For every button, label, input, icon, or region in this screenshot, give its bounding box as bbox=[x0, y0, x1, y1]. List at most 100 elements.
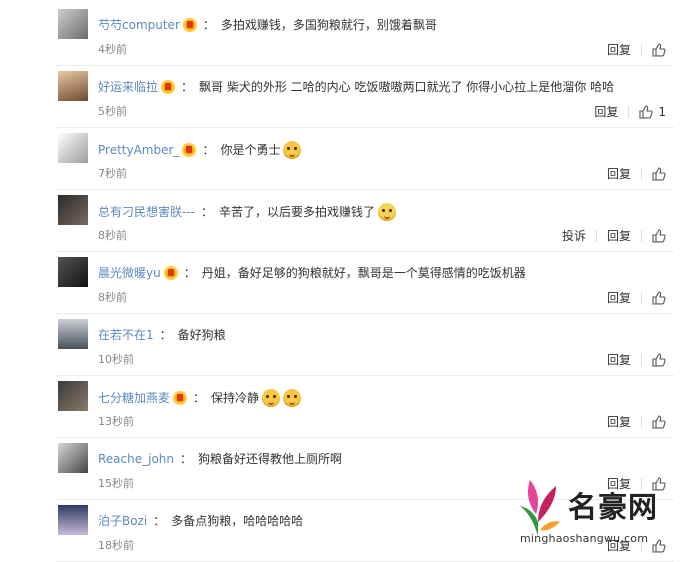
comment-body: 总有刁民想害朕--- ： 辛苦了，以后要多拍戏赚钱了 bbox=[98, 203, 397, 221]
comment-actions: 回复 bbox=[597, 289, 666, 306]
like-count: 1 bbox=[658, 104, 666, 119]
comment-actions: 回复 bbox=[597, 413, 666, 430]
comment-text: 多拍戏赚钱，多国狗粮就行，别饿着飘哥 bbox=[220, 18, 437, 32]
comment-item: 晨光微暖yu ： 丹姐，备好足够的狗粮就好，飘哥是一个莫得感情的吃饭机器 8秒前 回复 bbox=[0, 252, 690, 314]
comment-body: 在若不在1 ： 备好狗粮 bbox=[98, 327, 226, 343]
username-link[interactable]: 总有刁民想害朕--- bbox=[98, 204, 195, 220]
comment-actions: 回复 bbox=[597, 41, 666, 58]
vip-badge-icon bbox=[182, 18, 197, 32]
username-link[interactable]: 七分糖加燕麦 bbox=[98, 390, 170, 406]
comment-text: 辛苦了，以后要多拍戏赚钱了 bbox=[219, 205, 376, 219]
timestamp: 15秒前 bbox=[98, 477, 134, 490]
reply-button[interactable]: 回复 bbox=[607, 289, 631, 306]
comment-body: 七分糖加燕麦 ： 保持冷静 bbox=[98, 389, 302, 407]
avatar[interactable] bbox=[58, 9, 88, 39]
avatar[interactable] bbox=[58, 319, 88, 349]
username-link[interactable]: PrettyAmber_ bbox=[98, 142, 179, 158]
comment-text: 多备点狗粮，哈哈哈哈哈 bbox=[171, 514, 304, 528]
timestamp: 4秒前 bbox=[98, 43, 127, 56]
timestamp: 8秒前 bbox=[98, 229, 127, 242]
avatar[interactable] bbox=[58, 133, 88, 163]
comment-actions: 回复 bbox=[597, 351, 666, 368]
doge-emoji-icon bbox=[262, 389, 281, 407]
comment-text: 保持冷静 bbox=[211, 391, 260, 405]
comment-feed: 芍芍computer：多拍戏赚钱，多国狗粮就行，别饿着飘哥 4秒前 回复 好运来临拉：… bbox=[0, 0, 690, 562]
separator-colon: ： bbox=[202, 143, 215, 157]
comment-item: 在若不在1 ： 备好狗粮 10秒前 回复 bbox=[0, 314, 690, 376]
reply-button[interactable]: 回复 bbox=[607, 41, 631, 58]
separator-colon: ： bbox=[153, 514, 166, 528]
timestamp: 18秒前 bbox=[98, 539, 134, 552]
action-divider bbox=[641, 291, 642, 304]
like-button[interactable] bbox=[652, 352, 666, 367]
username-link[interactable]: Reache_john bbox=[98, 451, 174, 467]
doge-emoji-icon bbox=[283, 389, 302, 407]
action-divider bbox=[641, 229, 642, 242]
vip-badge-icon bbox=[161, 80, 176, 94]
comment-item: 总有刁民想害朕--- ： 辛苦了，以后要多拍戏赚钱了 8秒前 投诉 回复 bbox=[0, 190, 690, 252]
thumbs-up-icon bbox=[652, 290, 666, 305]
separator-colon: ： bbox=[201, 205, 214, 219]
timestamp: 10秒前 bbox=[98, 353, 134, 366]
like-button[interactable] bbox=[652, 228, 666, 243]
reply-button[interactable]: 回复 bbox=[594, 103, 618, 120]
comment-item: 芍芍computer ： 多拍戏赚钱，多国狗粮就行，别饿着飘哥 4秒前 回复 bbox=[0, 4, 690, 66]
sweat-emoji-icon bbox=[378, 203, 397, 221]
comment-body: 好运来临拉 ： 飘哥 柴犬的外形 二哈的内心 吃饭嗷嗷两口就光了 你得小心拉上是他溜… bbox=[98, 79, 614, 95]
avatar[interactable] bbox=[58, 71, 88, 101]
comment-text: 狗粮备好还得教他上厕所啊 bbox=[198, 452, 343, 466]
doge-emoji-icon bbox=[283, 141, 302, 159]
avatar[interactable] bbox=[58, 195, 88, 225]
comment-text: 你是个勇士 bbox=[220, 143, 281, 157]
username-link[interactable]: 芍芍computer bbox=[98, 17, 180, 33]
thumbs-up-icon bbox=[652, 166, 666, 181]
timestamp: 13秒前 bbox=[98, 415, 134, 428]
action-divider bbox=[628, 105, 630, 118]
avatar[interactable] bbox=[58, 505, 88, 535]
reply-button[interactable]: 回复 bbox=[607, 165, 631, 182]
separator-colon: ： bbox=[183, 266, 196, 280]
comment-actions: 投诉 回复 bbox=[552, 227, 666, 244]
action-divider bbox=[641, 415, 642, 428]
avatar[interactable] bbox=[58, 381, 88, 411]
comment-text: 丹姐，备好足够的狗粮就好，飘哥是一个莫得感情的吃饭机器 bbox=[201, 266, 526, 280]
reply-button[interactable]: 回复 bbox=[607, 351, 631, 368]
username-link[interactable]: 晨光微暖yu bbox=[98, 265, 161, 281]
username-link[interactable]: 在若不在1 bbox=[98, 327, 154, 343]
reply-button[interactable]: 回复 bbox=[607, 227, 631, 244]
comment-item: 好运来临拉 ： 飘哥 柴犬的外形 二哈的内心 吃饭嗷嗷两口就光了 你得小心拉上是他溜… bbox=[0, 66, 690, 128]
separator-colon: ： bbox=[202, 18, 215, 32]
comment-actions: 回复 bbox=[597, 165, 666, 182]
vip-badge-icon bbox=[182, 143, 197, 157]
username-link[interactable]: 泊子Bozi bbox=[98, 513, 147, 529]
timestamp: 8秒前 bbox=[98, 291, 127, 304]
separator-colon: ： bbox=[193, 391, 206, 405]
comment-item: 七分糖加燕麦 ： 保持冷静 13秒前 回复 bbox=[0, 376, 690, 438]
comment-actions: 回复 1 bbox=[584, 103, 666, 120]
reply-button[interactable]: 回复 bbox=[607, 413, 631, 430]
logo-name: 名豪网 bbox=[568, 490, 659, 524]
logo-mark-icon bbox=[520, 480, 560, 536]
comment-body: Reache_john ： 狗粮备好还得教他上厕所啊 bbox=[98, 451, 342, 467]
thumbs-up-icon bbox=[639, 104, 653, 119]
like-button[interactable] bbox=[652, 290, 666, 305]
avatar[interactable] bbox=[58, 257, 88, 287]
report-button[interactable]: 投诉 bbox=[562, 227, 586, 244]
thumbs-up-icon bbox=[652, 228, 666, 243]
vip-badge-icon bbox=[173, 391, 188, 405]
comment-text: 飘哥 柴犬的外形 二哈的内心 吃饭嗷嗷两口就光了 你得小心拉上是他溜你 哈哈 bbox=[199, 80, 615, 94]
thumbs-up-icon bbox=[652, 42, 666, 57]
like-button[interactable]: 1 bbox=[639, 105, 666, 119]
avatar[interactable] bbox=[58, 443, 88, 473]
comment-body: 泊子Bozi ： 多备点狗粮，哈哈哈哈哈 bbox=[98, 513, 303, 529]
vip-badge-icon bbox=[163, 266, 178, 280]
action-divider bbox=[641, 43, 642, 56]
action-divider bbox=[641, 167, 642, 180]
comment-item: PrettyAmber_ ： 你是个勇士 7秒前 回复 bbox=[0, 128, 690, 190]
like-button[interactable] bbox=[652, 166, 666, 181]
like-button[interactable] bbox=[652, 42, 666, 57]
action-divider bbox=[641, 353, 642, 366]
like-button[interactable] bbox=[652, 414, 666, 429]
comment-text: 备好狗粮 bbox=[177, 328, 226, 342]
username-link[interactable]: 好运来临拉 bbox=[98, 79, 158, 95]
